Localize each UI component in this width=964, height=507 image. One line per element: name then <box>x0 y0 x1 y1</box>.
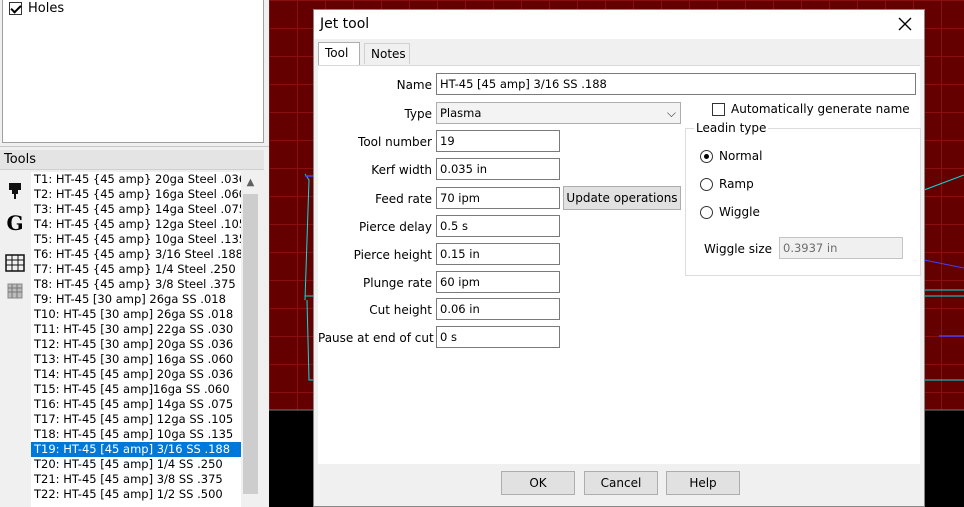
tool-list-item[interactable]: T1: HT-45 {45 amp} 20ga Steel .036 <box>31 172 241 187</box>
holes-checkbox[interactable] <box>9 2 22 15</box>
engrave-g-icon[interactable]: G <box>4 211 26 235</box>
tool-tab-panel: Name HT-45 [45 amp] 3/16 SS .188 Type Pl… <box>318 65 921 464</box>
leadin-wiggle-radio[interactable]: Wiggle <box>700 205 760 219</box>
tool-list-item[interactable]: T3: HT-45 {45 amp} 14ga Steel .075 <box>31 202 241 217</box>
small-grid-icon[interactable] <box>4 280 26 302</box>
tool-list-item[interactable]: T8: HT-45 {45 amp} 3/8 Steel .375 <box>31 277 241 292</box>
cancel-button[interactable]: Cancel <box>584 471 658 495</box>
layers-box: Holes <box>2 0 264 143</box>
tool-list-item[interactable]: T11: HT-45 [30 amp] 22ga SS .030 <box>31 322 241 337</box>
dialog-title: Jet tool <box>320 16 370 32</box>
wiggle-size-field[interactable]: 0.3937 in <box>779 237 903 259</box>
feed-rate-field[interactable]: 70 ipm <box>436 187 560 209</box>
leadin-normal-label: Normal <box>719 149 763 163</box>
cut-height-field[interactable]: 0.06 in <box>436 298 560 320</box>
feed-rate-label: Feed rate <box>375 192 432 206</box>
plunge-rate-label: Plunge rate <box>363 276 432 290</box>
jet-tool-dialog: Jet tool Tool Notes Name HT-45 [45 amp] … <box>313 9 925 507</box>
plasma-torch-icon[interactable] <box>4 180 26 202</box>
type-label: Type <box>404 107 432 121</box>
tool-list-item[interactable]: T17: HT-45 [45 amp] 12ga SS .105 <box>31 412 241 427</box>
pause-end-field[interactable]: 0 s <box>436 326 560 348</box>
kerf-width-label: Kerf width <box>371 163 432 177</box>
tool-list-item[interactable]: T22: HT-45 [45 amp] 1/2 SS .500 <box>31 487 241 502</box>
holes-label: Holes <box>28 1 65 16</box>
leadin-ramp-label: Ramp <box>719 177 754 191</box>
leadin-ramp-radio[interactable]: Ramp <box>700 177 754 191</box>
tool-list-item[interactable]: T21: HT-45 [45 amp] 3/8 SS .375 <box>31 472 241 487</box>
tool-list-item[interactable]: T15: HT-45 [45 amp]16ga SS .060 <box>31 382 241 397</box>
auto-name-checkbox[interactable] <box>712 102 725 116</box>
dialog-titlebar[interactable]: Jet tool <box>314 10 924 39</box>
tool-list-item[interactable]: T19: HT-45 [45 amp] 3/16 SS .188 <box>31 442 241 457</box>
leadin-type-title: Leadin type <box>694 121 769 135</box>
pierce-delay-field[interactable]: 0.5 s <box>436 215 560 237</box>
leadin-wiggle-label: Wiggle <box>719 205 760 219</box>
left-panel: Holes Tools G T1: HT-45 {45 amp} 20ga St… <box>0 0 269 507</box>
tools-header: Tools <box>0 150 264 170</box>
tools-scrollbar[interactable]: ▲ <box>241 172 260 507</box>
tool-list-item[interactable]: T4: HT-45 {45 amp} 12ga Steel .105 <box>31 217 241 232</box>
scroll-thumb[interactable] <box>243 194 258 494</box>
kerf-width-field[interactable]: 0.035 in <box>436 158 560 180</box>
pierce-height-field[interactable]: 0.15 in <box>436 243 560 265</box>
tools-list[interactable]: T1: HT-45 {45 amp} 20ga Steel .036 T2: HT… <box>31 172 241 507</box>
panel-splitter[interactable] <box>0 146 269 147</box>
update-operations-button[interactable]: Update operations <box>563 186 681 210</box>
pause-end-label: Pause at end of cut <box>318 331 434 345</box>
plunge-rate-field[interactable]: 60 ipm <box>436 271 560 293</box>
type-select-value: Plasma <box>440 106 482 120</box>
holes-layer-row[interactable]: Holes <box>9 1 64 16</box>
ok-button[interactable]: OK <box>501 471 575 495</box>
tool-list-item[interactable]: T10: HT-45 [30 amp] 26ga SS .018 <box>31 307 241 322</box>
pierce-delay-label: Pierce delay <box>359 220 432 234</box>
help-button[interactable]: Help <box>666 471 740 495</box>
tool-number-label: Tool number <box>358 135 432 149</box>
tool-list-item[interactable]: T7: HT-45 {45 amp} 1/4 Steel .250 <box>31 262 241 277</box>
tool-number-field[interactable]: 19 <box>436 130 560 152</box>
tool-type-icons: G <box>0 172 28 507</box>
cut-height-label: Cut height <box>369 303 432 317</box>
wiggle-size-label: Wiggle size <box>704 242 772 256</box>
tool-list-item[interactable]: T12: HT-45 [30 amp] 20ga SS .036 <box>31 337 241 352</box>
table-grid-icon[interactable] <box>4 252 26 274</box>
name-label: Name <box>396 78 432 92</box>
scroll-up-icon[interactable]: ▲ <box>241 174 260 190</box>
radio-ramp-dot[interactable] <box>700 177 713 191</box>
tool-list-item[interactable]: T14: HT-45 [45 amp] 20ga SS .036 <box>31 367 241 382</box>
tool-list-item[interactable]: T20: HT-45 [45 amp] 1/4 SS .250 <box>31 457 241 472</box>
name-field[interactable]: HT-45 [45 amp] 3/16 SS .188 <box>436 73 916 95</box>
tool-list-item[interactable]: T2: HT-45 {45 amp} 16ga Steel .060 <box>31 187 241 202</box>
pierce-height-label: Pierce height <box>353 248 432 262</box>
close-icon[interactable] <box>894 13 916 35</box>
auto-name-row[interactable]: Automatically generate name <box>712 102 910 116</box>
radio-normal-dot[interactable] <box>700 149 713 163</box>
tool-list-item[interactable]: T5: HT-45 {45 amp} 10ga Steel .135 <box>31 232 241 247</box>
dialog-button-bar: OK Cancel Help <box>314 464 924 506</box>
tool-list-item[interactable]: T18: HT-45 [45 amp] 10ga SS .135 <box>31 427 241 442</box>
tab-notes[interactable]: Notes <box>364 43 410 64</box>
tool-list-item[interactable]: T13: HT-45 [30 amp] 16ga SS .060 <box>31 352 241 367</box>
tool-list-item[interactable]: T6: HT-45 {45 amp} 3/16 Steel .188 <box>31 247 241 262</box>
radio-wiggle-dot[interactable] <box>700 205 713 219</box>
tool-list-item[interactable]: T9: HT-45 [30 amp] 26ga SS .018 <box>31 292 241 307</box>
chevron-down-icon: ⌵ <box>666 106 676 120</box>
auto-name-label: Automatically generate name <box>731 102 910 116</box>
type-select[interactable]: Plasma ⌵ <box>436 102 681 124</box>
leadin-type-group: Leadin type Normal Ramp Wiggle Wiggle si… <box>685 121 921 276</box>
tool-list-item[interactable]: T16: HT-45 [45 amp] 14ga SS .075 <box>31 397 241 412</box>
tab-tool[interactable]: Tool <box>318 42 360 65</box>
leadin-normal-radio[interactable]: Normal <box>700 149 762 163</box>
